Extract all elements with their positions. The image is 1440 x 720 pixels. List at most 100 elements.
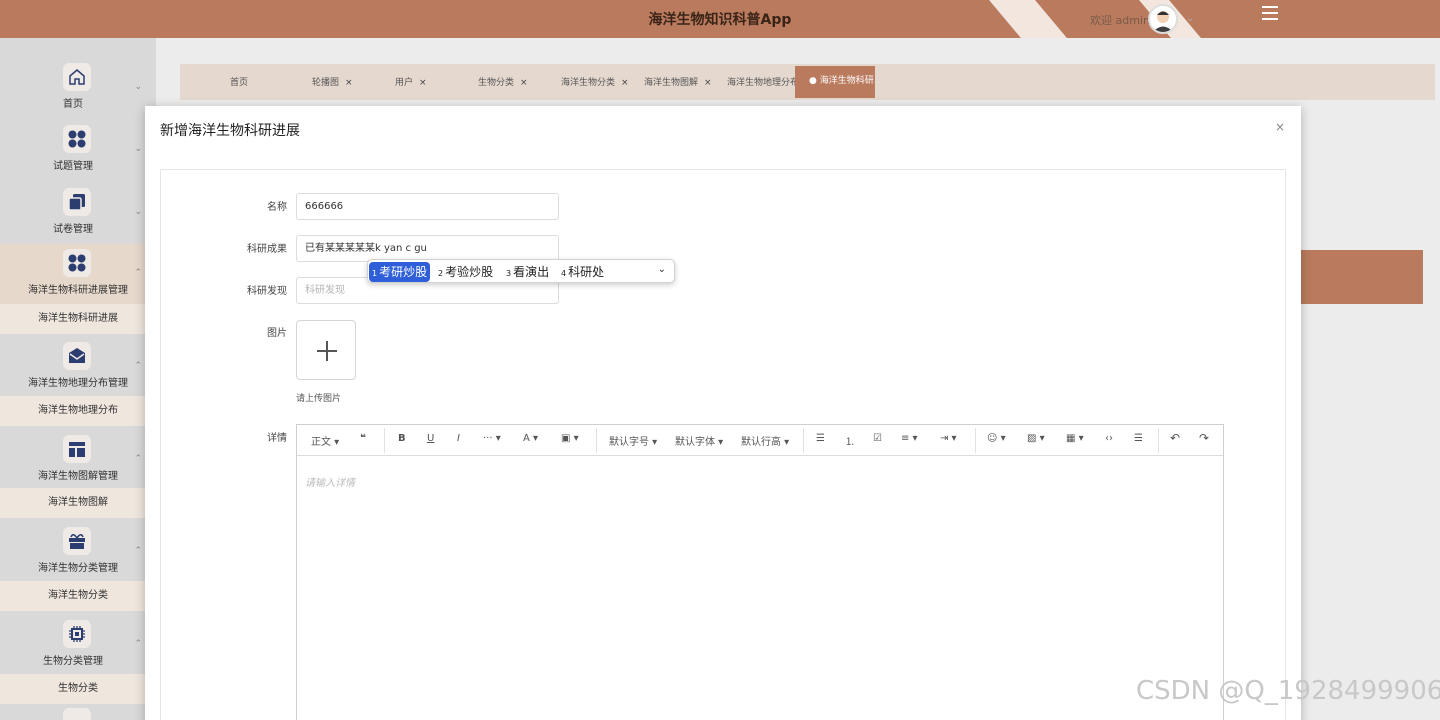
tab-users[interactable]: 用户 × bbox=[395, 72, 427, 94]
chevron-up-icon: ⌃ bbox=[134, 454, 142, 464]
table-icon[interactable]: ▦ ▾ bbox=[1066, 433, 1084, 444]
numbered-list-icon[interactable]: ⒈ bbox=[845, 433, 855, 448]
bg-color-icon[interactable]: ▣ ▾ bbox=[561, 433, 579, 444]
close-icon[interactable]: × bbox=[1275, 120, 1285, 134]
ime-candidate-popup: 1 考研炒股 2 考验炒股 3 看演出 4 科研处 ⌄ bbox=[367, 259, 675, 283]
chevron-down-icon: ⌄ bbox=[134, 144, 142, 154]
chevron-down-icon[interactable]: ⌄ bbox=[658, 264, 666, 275]
align-icon[interactable]: ≡ ▾ bbox=[901, 433, 918, 444]
dialog-title: 新增海洋生物科研进展 bbox=[160, 123, 300, 139]
sidebar-item-bio-class[interactable]: 生物分类管理 ⌃ bbox=[0, 616, 156, 674]
image-upload-button[interactable] bbox=[296, 320, 356, 380]
sidebar-item-label: 海洋生物地理分布管理 bbox=[28, 378, 128, 389]
image-icon[interactable]: ▨ ▾ bbox=[1027, 433, 1045, 444]
sidebar-item-distribution[interactable]: 海洋生物地理分布管理 ⌃ bbox=[0, 338, 156, 396]
candidate-number: 1 bbox=[372, 269, 378, 278]
italic-icon[interactable]: I bbox=[457, 433, 460, 444]
image-label: 图片 bbox=[267, 328, 287, 339]
ime-candidate[interactable]: 2 考验炒股 bbox=[435, 262, 496, 282]
toolbar-divider bbox=[803, 428, 804, 453]
welcome-text: 欢迎 admin bbox=[1090, 14, 1150, 27]
editor-toolbar: 正文 ▾ ❝ B U I ··· ▾ A ▾ ▣ ▾ 默认字号 ▾ 默认字体 ▾… bbox=[297, 425, 1223, 456]
chevron-up-icon: ⌃ bbox=[134, 268, 142, 278]
tab-label: 海洋生物分类 bbox=[561, 78, 616, 88]
close-icon[interactable]: × bbox=[345, 78, 353, 88]
sidebar-item-papers[interactable]: 试卷管理 ⌄ bbox=[0, 185, 156, 247]
font-color-icon[interactable]: A ▾ bbox=[523, 433, 538, 444]
tab-banner[interactable]: 轮播图 × bbox=[312, 72, 353, 94]
sidebar: 首页 ⌄ 试题管理 ⌄ 试卷管理 ⌄ 海洋生物科研进展管理 ⌃ 海洋生物科研进展… bbox=[0, 38, 156, 720]
sidebar-item-research[interactable]: 海洋生物科研进展管理 ⌃ bbox=[0, 244, 156, 304]
result-input[interactable]: 已有某某某某某k yan c gu bbox=[296, 235, 559, 262]
undo-icon[interactable]: ↶ bbox=[1170, 431, 1180, 445]
form-card: 名称 666666 科研成果 已有某某某某某k yan c gu 科研发现 科研… bbox=[160, 169, 1286, 720]
close-icon[interactable]: × bbox=[704, 78, 712, 88]
tab-label: 海洋生物图解 bbox=[644, 78, 699, 88]
tab-label: 轮播图 bbox=[312, 78, 340, 88]
gift-icon bbox=[63, 527, 91, 555]
underline-icon[interactable]: U bbox=[427, 433, 434, 444]
avatar[interactable] bbox=[1148, 4, 1178, 34]
line-height-select[interactable]: 默认行高 ▾ bbox=[741, 433, 789, 448]
app-title: 海洋生物知识科普App bbox=[648, 12, 792, 28]
more-icon[interactable]: ··· ▾ bbox=[483, 433, 501, 444]
add-research-dialog: 新增海洋生物科研进展 × 名称 666666 科研成果 已有某某某某某k yan… bbox=[145, 106, 1301, 720]
font-size-select[interactable]: 默认字号 ▾ bbox=[609, 433, 657, 448]
ime-candidate[interactable]: 1 考研炒股 bbox=[369, 262, 431, 282]
todo-icon[interactable]: ☑ bbox=[873, 433, 882, 444]
sidebar-subitem-research[interactable]: 海洋生物科研进展 bbox=[0, 304, 156, 334]
close-icon[interactable]: × bbox=[621, 78, 629, 88]
bullet-list-icon[interactable]: ☰ bbox=[816, 433, 825, 444]
sidebar-item-label: 生物分类管理 bbox=[43, 656, 103, 667]
upload-hint: 请上传图片 bbox=[296, 394, 342, 404]
tab-bio-class[interactable]: 生物分类 × bbox=[478, 72, 528, 94]
sidebar-subitem-marine-class[interactable]: 海洋生物分类 bbox=[0, 581, 156, 611]
chevron-down-icon[interactable]: ⌄ bbox=[1186, 13, 1194, 24]
toolbar-divider bbox=[596, 428, 597, 453]
sidebar-item-illustration[interactable]: 海洋生物图解管理 ⌃ bbox=[0, 431, 156, 489]
toolbar-divider bbox=[1158, 428, 1159, 453]
tab-label: 首页 bbox=[230, 78, 249, 88]
editor-placeholder: 请输入详情 bbox=[305, 478, 355, 489]
user-icon bbox=[1153, 11, 1173, 32]
sidebar-subitem-illustration[interactable]: 海洋生物图解 bbox=[0, 488, 156, 518]
candidate-text: 考研炒股 bbox=[379, 265, 428, 279]
font-family-select[interactable]: 默认字体 ▾ bbox=[675, 433, 723, 448]
sidebar-item-home[interactable]: 首页 ⌄ bbox=[0, 38, 156, 110]
result-label: 科研成果 bbox=[247, 244, 287, 255]
bold-icon[interactable]: B bbox=[398, 433, 406, 444]
divider-icon[interactable]: ☰ bbox=[1134, 433, 1143, 444]
tab-illustration[interactable]: 海洋生物图解 × bbox=[644, 72, 712, 94]
sidebar-subitem-distribution[interactable]: 海洋生物地理分布 bbox=[0, 396, 156, 426]
name-input[interactable]: 666666 bbox=[296, 193, 559, 220]
chevron-down-icon: ⌄ bbox=[134, 207, 142, 217]
chevron-up-icon: ⌃ bbox=[134, 639, 142, 649]
ime-candidate[interactable]: 3 看演出 bbox=[503, 262, 552, 282]
tab-label: 海洋生物地理分布 bbox=[727, 78, 797, 88]
quote-icon[interactable]: ❝ bbox=[360, 433, 366, 444]
sidebar-item-marine-class[interactable]: 海洋生物分类管理 ⌃ bbox=[0, 523, 156, 581]
sidebar-item-label: 首页 bbox=[63, 99, 83, 110]
tab-distribution[interactable]: 海洋生物地理分布 bbox=[727, 72, 797, 94]
close-icon[interactable]: × bbox=[419, 78, 427, 88]
chevron-up-icon: ⌃ bbox=[134, 361, 142, 371]
redo-icon[interactable]: ↷ bbox=[1199, 431, 1209, 445]
tab-marine-class[interactable]: 海洋生物分类 × bbox=[561, 72, 629, 94]
close-icon[interactable]: × bbox=[520, 78, 528, 88]
menu-icon[interactable] bbox=[1262, 6, 1278, 20]
candidate-text: 看演出 bbox=[513, 265, 550, 279]
candidate-text: 考验炒股 bbox=[445, 265, 494, 279]
tab-home[interactable]: 首页 bbox=[230, 72, 248, 94]
rich-text-editor[interactable]: 正文 ▾ ❝ B U I ··· ▾ A ▾ ▣ ▾ 默认字号 ▾ 默认字体 ▾… bbox=[296, 424, 1224, 720]
paragraph-select[interactable]: 正文 ▾ bbox=[311, 433, 339, 448]
apps-icon bbox=[63, 125, 91, 153]
indent-icon[interactable]: ⇥ ▾ bbox=[940, 433, 957, 444]
sidebar-subitem-bio-class[interactable]: 生物分类 bbox=[0, 674, 156, 704]
chevron-down-icon: ⌄ bbox=[134, 82, 142, 92]
sidebar-item-questions[interactable]: 试题管理 ⌄ bbox=[0, 122, 156, 184]
emoji-icon[interactable]: ☺ ▾ bbox=[987, 433, 1006, 444]
ime-candidate[interactable]: 4 科研处 bbox=[558, 262, 607, 282]
candidate-number: 3 bbox=[506, 269, 512, 278]
tab-research-active[interactable]: ● 海洋生物科研… bbox=[795, 66, 875, 98]
code-icon[interactable]: ‹› bbox=[1105, 433, 1113, 444]
